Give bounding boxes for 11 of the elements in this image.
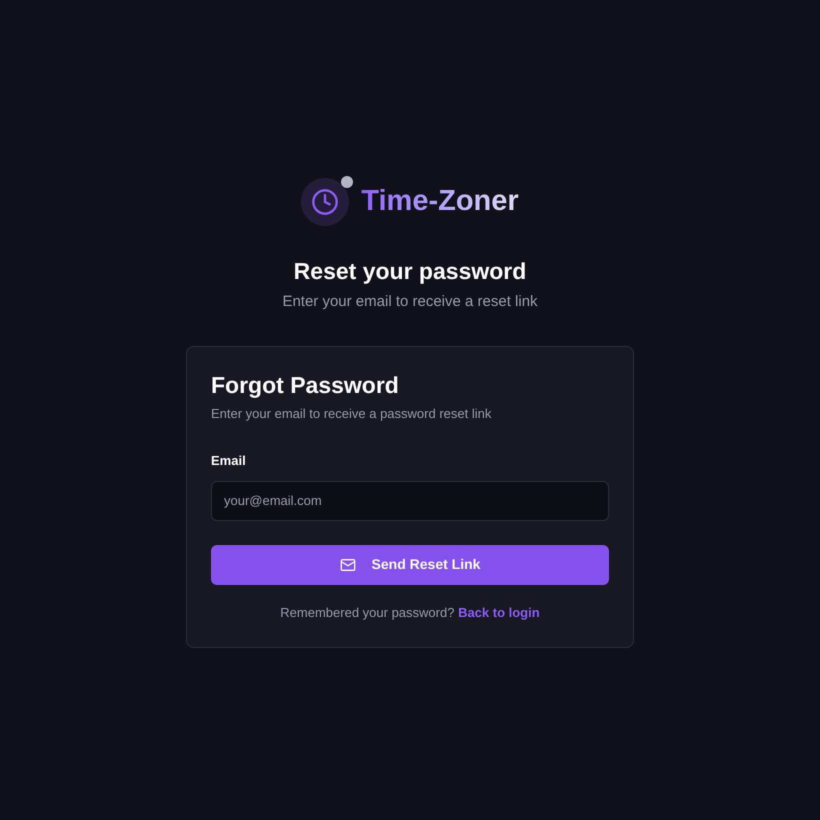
card-title: Forgot Password <box>211 371 400 400</box>
clock-icon <box>311 188 340 216</box>
email-label: Email <box>211 452 247 470</box>
page-subtitle: Enter your email to receive a reset link <box>282 292 538 312</box>
page-title: Reset your password <box>294 257 526 286</box>
card-description: Enter your email to receive a password reset link <box>211 404 492 423</box>
send-reset-link-button[interactable]: Send Reset Link <box>211 544 609 585</box>
login-prompt: Remembered your password? Back to login <box>279 604 541 622</box>
mail-icon <box>340 556 356 573</box>
back-to-login-link[interactable]: Back to login <box>458 604 540 620</box>
email-field[interactable]: your@email.com <box>211 480 609 521</box>
